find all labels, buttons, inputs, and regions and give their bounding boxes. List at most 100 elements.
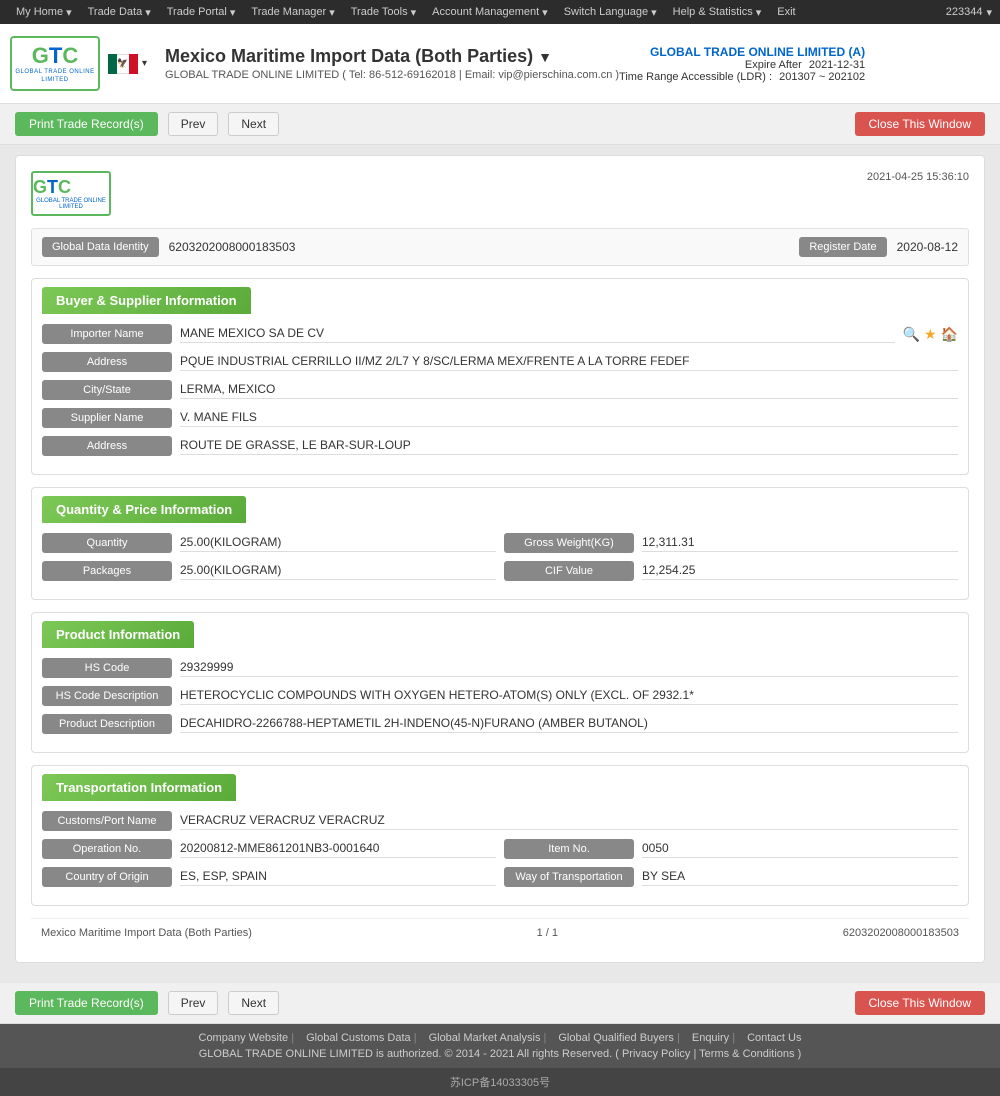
trademanager-arrow-icon: ▾ — [329, 6, 335, 19]
importer-icons: 🔍 ★ 🏠 — [903, 326, 958, 343]
grossweight-col: Gross Weight(KG) 12,311.31 — [504, 533, 958, 553]
supplier-name-label: Supplier Name — [42, 408, 172, 428]
account-info: GLOBAL TRADE ONLINE LIMITED (A) Expire A… — [619, 45, 865, 83]
card-footer-page: 1 / 1 — [537, 927, 558, 939]
quantity-price-body: Quantity 25.00(KILOGRAM) Gross Weight(KG… — [32, 523, 968, 599]
way-transport-col: Way of Transportation BY SEA — [504, 867, 958, 887]
account-number: 223344 — [946, 6, 983, 18]
supplier-name-row: Supplier Name V. MANE FILS — [42, 408, 958, 428]
country-origin-col: Country of Origin ES, ESP, SPAIN — [42, 867, 496, 887]
range-info: Time Range Accessible (LDR) : 201307 ~ 2… — [619, 71, 865, 83]
operation-no-value: 20200812-MME861201NB3-0001640 — [180, 841, 496, 858]
mexico-flag-icon: 🦅 — [108, 54, 138, 74]
cif-col: CIF Value 12,254.25 — [504, 561, 958, 581]
importer-name-row: Importer Name MANE MEXICO SA DE CV 🔍 ★ 🏠 — [42, 324, 958, 344]
nav-accountmanagement[interactable]: Account Management ▾ — [424, 0, 556, 24]
card-footer-id: 6203202008000183503 — [843, 927, 959, 939]
next-button-top[interactable]: Next — [228, 112, 279, 136]
item-no-col: Item No. 0050 — [504, 839, 958, 859]
packages-label: Packages — [42, 561, 172, 581]
register-date-label: Register Date — [799, 237, 886, 257]
close-button-top[interactable]: Close This Window — [855, 112, 985, 136]
page-title: Mexico Maritime Import Data (Both Partie… — [165, 46, 619, 67]
quantity-price-header-wrap: Quantity & Price Information — [32, 488, 968, 523]
buyer-supplier-body: Importer Name MANE MEXICO SA DE CV 🔍 ★ 🏠… — [32, 314, 968, 474]
switchlang-arrow-icon: ▾ — [651, 6, 657, 19]
country-origin-label: Country of Origin — [42, 867, 172, 887]
title-arrow-icon[interactable]: ▼ — [538, 49, 552, 65]
transportation-section: Transportation Information Customs/Port … — [31, 765, 969, 906]
prev-button-bottom[interactable]: Prev — [168, 991, 219, 1015]
page-footer: Company Website Global Customs Data Glob… — [0, 1024, 1000, 1068]
search-icon[interactable]: 🔍 — [903, 326, 920, 343]
footer-link-company[interactable]: Company Website — [193, 1032, 301, 1044]
footer-link-customs[interactable]: Global Customs Data — [300, 1032, 422, 1044]
helpstats-arrow-icon: ▾ — [756, 6, 762, 19]
product-header-wrap: Product Information — [32, 613, 968, 648]
product-desc-value: DECAHIDRO-2266788-HEPTAMETIL 2H-INDENO(4… — [180, 716, 958, 733]
record-card: GTC GLOBAL TRADE ONLINE LIMITED 2021-04-… — [15, 155, 985, 963]
product-header: Product Information — [42, 621, 194, 648]
gross-weight-value: 12,311.31 — [642, 535, 958, 552]
cif-label: CIF Value — [504, 561, 634, 581]
packages-value: 25.00(KILOGRAM) — [180, 563, 496, 580]
tradeportal-arrow-icon: ▾ — [230, 6, 236, 19]
nav-tradeportal[interactable]: Trade Portal ▾ — [159, 0, 244, 24]
hs-code-desc-label: HS Code Description — [42, 686, 172, 706]
nav-trademanager[interactable]: Trade Manager ▾ — [243, 0, 342, 24]
copyright-text: GLOBAL TRADE ONLINE LIMITED is authorize… — [8, 1048, 992, 1060]
city-state-row: City/State LERMA, MEXICO — [42, 380, 958, 400]
title-area: Mexico Maritime Import Data (Both Partie… — [155, 46, 619, 81]
record-timestamp: 2021-04-25 15:36:10 — [867, 171, 969, 183]
transportation-header: Transportation Information — [42, 774, 236, 801]
nav-exit[interactable]: Exit — [769, 0, 803, 24]
main-content: GTC GLOBAL TRADE ONLINE LIMITED 2021-04-… — [0, 145, 1000, 983]
hs-code-desc-row: HS Code Description HETEROCYCLIC COMPOUN… — [42, 686, 958, 706]
nav-helpstatistics[interactable]: Help & Statistics ▾ — [665, 0, 770, 24]
nav-tradedata[interactable]: Trade Data ▾ — [80, 0, 159, 24]
nav-tradetools[interactable]: Trade Tools ▾ — [343, 0, 424, 24]
nav-switchlanguage[interactable]: Switch Language ▾ — [556, 0, 665, 24]
expire-info: Expire After 2021-12-31 — [619, 59, 865, 71]
home-icon[interactable]: 🏠 — [941, 326, 958, 343]
identity-row: Global Data Identity 6203202008000183503… — [31, 228, 969, 266]
country-origin-value: ES, ESP, SPAIN — [180, 869, 496, 886]
footer-link-buyers[interactable]: Global Qualified Buyers — [552, 1032, 685, 1044]
quantity-price-section: Quantity & Price Information Quantity 25… — [31, 487, 969, 600]
item-no-label: Item No. — [504, 839, 634, 859]
tradetools-arrow-icon: ▾ — [411, 6, 417, 19]
top-navigation: My Home ▾ Trade Data ▾ Trade Portal ▾ Tr… — [0, 0, 1000, 24]
footer-link-contact[interactable]: Contact Us — [741, 1032, 807, 1044]
footer-link-market[interactable]: Global Market Analysis — [423, 1032, 553, 1044]
next-button-bottom[interactable]: Next — [228, 991, 279, 1015]
account-arrow-icon: ▾ — [986, 6, 992, 19]
importer-address-value: PQUE INDUSTRIAL CERRILLO II/MZ 2/L7 Y 8/… — [180, 354, 958, 371]
close-button-bottom[interactable]: Close This Window — [855, 991, 985, 1015]
star-icon[interactable]: ★ — [924, 326, 937, 343]
nav-myhome[interactable]: My Home ▾ — [8, 0, 80, 24]
footer-link-enquiry[interactable]: Enquiry — [686, 1032, 741, 1044]
prev-button-top[interactable]: Prev — [168, 112, 219, 136]
supplier-name-value: V. MANE FILS — [180, 410, 958, 427]
quantity-label: Quantity — [42, 533, 172, 553]
importer-name-label: Importer Name — [42, 324, 172, 344]
myhome-arrow-icon: ▾ — [66, 6, 72, 19]
customs-port-row: Customs/Port Name VERACRUZ VERACRUZ VERA… — [42, 811, 958, 831]
header-bar: GTC GLOBAL TRADE ONLINE LIMITED 🦅 ▾ Mexi… — [0, 24, 1000, 104]
way-transport-label: Way of Transportation — [504, 867, 634, 887]
gross-weight-label: Gross Weight(KG) — [504, 533, 634, 553]
quantity-value: 25.00(KILOGRAM) — [180, 535, 496, 552]
flag-dropdown-icon[interactable]: ▾ — [142, 58, 147, 69]
quantity-price-header: Quantity & Price Information — [42, 496, 246, 523]
operation-no-col: Operation No. 20200812-MME861201NB3-0001… — [42, 839, 496, 859]
item-no-value: 0050 — [642, 841, 958, 858]
page-subtitle: GLOBAL TRADE ONLINE LIMITED ( Tel: 86-51… — [165, 69, 619, 81]
quantity-grossweight-row: Quantity 25.00(KILOGRAM) Gross Weight(KG… — [42, 533, 958, 553]
accountmgmt-arrow-icon: ▾ — [542, 6, 548, 19]
print-button-top[interactable]: Print Trade Record(s) — [15, 112, 158, 136]
account-name: GLOBAL TRADE ONLINE LIMITED (A) — [619, 45, 865, 59]
transportation-body: Customs/Port Name VERACRUZ VERACRUZ VERA… — [32, 801, 968, 905]
top-toolbar: Print Trade Record(s) Prev Next Close Th… — [0, 104, 1000, 145]
print-button-bottom[interactable]: Print Trade Record(s) — [15, 991, 158, 1015]
card-footer-title: Mexico Maritime Import Data (Both Partie… — [41, 927, 252, 939]
